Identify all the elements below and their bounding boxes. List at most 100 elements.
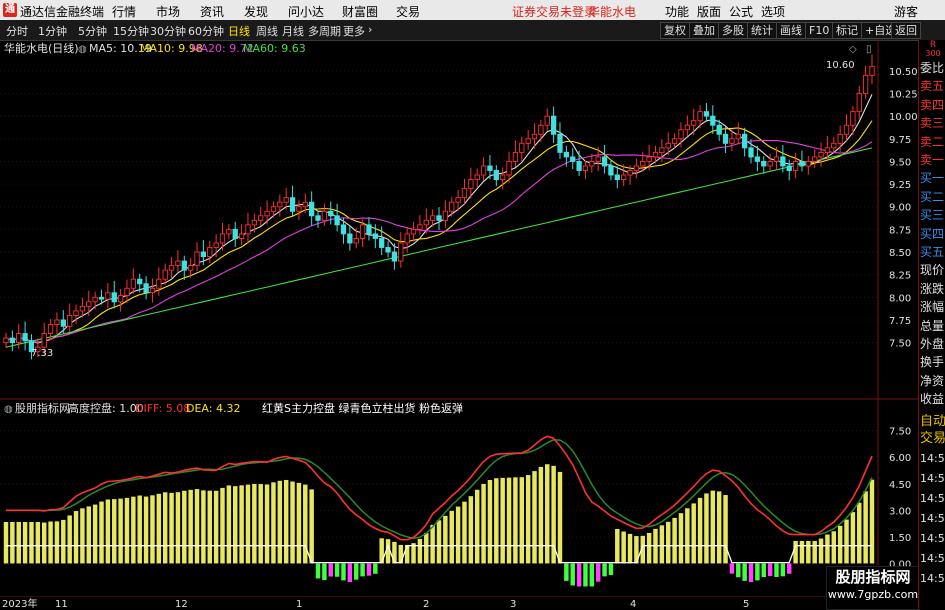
f10-button[interactable]: F10 (805, 22, 834, 39)
candle-body (277, 201, 283, 208)
indicator-chart[interactable]: 7.506.004.503.001.500.00 ◍ 股朋指标网 高度控盘: 1… (0, 400, 918, 596)
candlestick-chart[interactable]: 10.50 10.25 10.00 9.75 9.50 9.25 9.00 8.75 8.50 8… (0, 40, 918, 400)
indicator-bar (99, 501, 104, 564)
menu-news[interactable]: 资讯 (200, 3, 224, 20)
indicator-bar (780, 563, 786, 577)
menu-wealth[interactable]: 财富圈 (342, 3, 378, 20)
menu-quotes[interactable]: 行情 (112, 3, 136, 20)
candle-body (856, 93, 862, 113)
indicator-bar (570, 563, 575, 586)
menu-layout[interactable]: 版面 (697, 3, 721, 20)
period-tab[interactable]: 15分钟 (113, 23, 149, 39)
candle-body (640, 160, 646, 167)
candle-body (124, 287, 130, 296)
indicator-bar (373, 563, 378, 574)
main-grid (0, 70, 878, 344)
period-tab[interactable]: 周线 (256, 23, 278, 39)
indicator-bar (545, 464, 550, 564)
trade-label[interactable]: 交易 (920, 431, 945, 447)
menu-options[interactable]: 选项 (761, 3, 785, 20)
indicator-bar (150, 495, 155, 564)
draw-line-button[interactable]: 画线 (776, 22, 806, 39)
indicator-bar (398, 544, 404, 564)
stats-button[interactable]: 统计 (747, 22, 777, 39)
chevron-right-icon[interactable]: › (368, 23, 372, 36)
candle-body (557, 133, 563, 153)
indicator-bar (678, 513, 684, 564)
x-label-month: 12 (175, 599, 188, 609)
indicator-bar (131, 496, 136, 564)
price-axis: 10.50 10.25 10.00 9.75 9.50 9.25 9.00 8.75 8.50 8… (889, 67, 918, 350)
tick-time: 14:56 (920, 512, 945, 525)
indicator-tick: 1.50 (889, 533, 911, 544)
menu-market[interactable]: 市场 (156, 3, 180, 20)
indicator-bar (118, 498, 123, 564)
ma60-label: MA60: 9.63 (243, 42, 306, 55)
indicator-bar (723, 495, 728, 564)
indicator-bar (430, 524, 435, 564)
quote-label: 买三 (920, 208, 945, 223)
x-label-month: 11 (55, 599, 68, 609)
info-icon[interactable]: ◍ (78, 44, 87, 55)
quote-label: 外盘 (920, 337, 945, 351)
candle-body (417, 224, 423, 230)
candle-body (302, 201, 308, 208)
candle-body (831, 142, 837, 149)
diamond-icon[interactable]: ◇ (849, 44, 857, 55)
indicator-bar (334, 563, 340, 577)
indicator-bar (143, 496, 149, 564)
panel-icon[interactable]: ▯ (866, 44, 872, 55)
menu-function[interactable]: 功能 (665, 3, 689, 20)
indicator-info-icon[interactable]: ◍ (4, 404, 13, 415)
candle-body (117, 295, 124, 303)
x-label-year: 2023年 (2, 597, 37, 609)
period-tab[interactable]: 分时 (6, 23, 28, 39)
auto-trade-label[interactable]: 自动 (920, 414, 945, 430)
indicator-bar (341, 563, 346, 581)
menu-discover[interactable]: 发现 (244, 3, 268, 20)
dea-label: DEA: 4.32 (186, 402, 240, 415)
candle-body (818, 151, 824, 158)
adjust-button[interactable]: 复权 (660, 22, 690, 39)
menu-trade[interactable]: 交易 (396, 3, 420, 20)
candle-body (238, 233, 245, 239)
period-tab[interactable]: 月线 (282, 23, 304, 39)
period-tab[interactable]: 1分钟 (38, 23, 67, 39)
indicator-bar (105, 499, 111, 564)
period-tab[interactable]: 60分钟 (188, 23, 224, 39)
candle-body (512, 151, 519, 162)
title-bar: 通 通达信金融终端 行情 市场 资讯 发现 问小达 财富圈 交易 证券交易未登录… (0, 0, 945, 20)
period-tab-active[interactable]: 日线 (228, 23, 250, 39)
menu-formula[interactable]: 公式 (729, 3, 753, 20)
indicator-bar (468, 496, 474, 564)
period-tab[interactable]: 多周期 (308, 23, 341, 39)
menu-ask[interactable]: 问小达 (288, 3, 324, 20)
candle-body (188, 265, 194, 271)
indicator-bar (748, 563, 754, 583)
mark-button[interactable]: 标记 (832, 22, 862, 39)
overlay-button[interactable]: 叠加 (689, 22, 719, 39)
quote-label: 总量 (920, 318, 945, 333)
candle-body (442, 210, 449, 221)
guest-user[interactable]: 游客 (894, 3, 918, 20)
quote-label: 现价 (920, 263, 945, 278)
multi-stock-button[interactable]: 多股 (718, 22, 748, 39)
indicator-bar (710, 490, 716, 564)
period-tab[interactable]: 5分钟 (78, 23, 107, 39)
candle-body (500, 174, 506, 181)
candle-body (219, 233, 226, 244)
tick-time: 14:56 (920, 452, 945, 465)
candle-body (334, 215, 340, 226)
indicator-bar (182, 490, 187, 564)
indicator-bar (61, 519, 66, 564)
indicator-bar (35, 522, 41, 564)
candle-body (824, 147, 831, 153)
indicator-bar (54, 521, 60, 564)
candle-body (671, 138, 678, 144)
back-button[interactable]: 返回 (891, 22, 921, 39)
login-status[interactable]: 证券交易未登录 (512, 3, 596, 20)
tick-time: 14:56 (920, 552, 945, 565)
more-periods-button[interactable]: 更多 (343, 23, 365, 39)
tick-time: 14:56 (920, 472, 945, 485)
period-tab[interactable]: 30分钟 (150, 23, 186, 39)
